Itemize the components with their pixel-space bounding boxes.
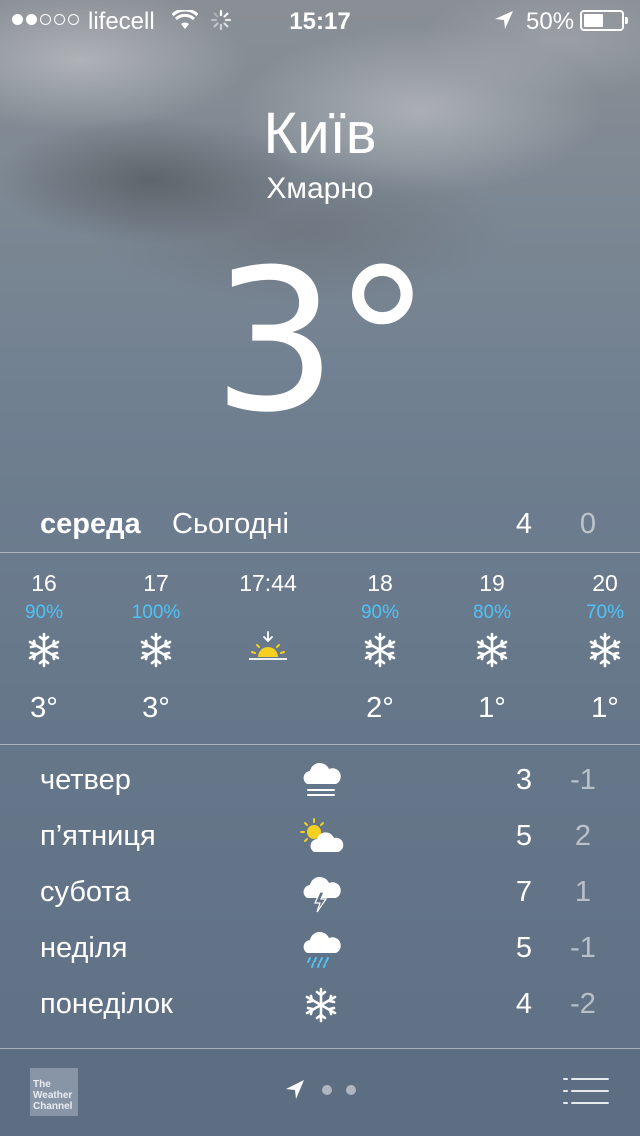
- hour-label: 19: [479, 570, 505, 596]
- precip-chance: 90%: [360, 602, 400, 623]
- day-low: -1: [570, 932, 596, 964]
- daily-row: четвер 3 -1: [0, 752, 640, 808]
- today-high: 4: [515, 508, 533, 540]
- hour-temperature: 1°: [591, 692, 619, 724]
- page-dot[interactable]: [346, 1085, 356, 1095]
- battery-icon: [580, 10, 628, 31]
- precip-chance: 80%: [472, 602, 512, 623]
- daily-row: неділя 5 -1: [0, 920, 640, 976]
- day-low: -1: [570, 764, 596, 796]
- hour-label: 20: [592, 570, 618, 596]
- thunderstorm-icon: [303, 876, 341, 913]
- partly-cloudy-icon: [300, 818, 344, 852]
- rain-icon: [303, 931, 341, 968]
- daily-row: субота 7 1: [0, 864, 640, 920]
- city-list-icon[interactable]: [562, 1073, 610, 1109]
- day-high: 5: [515, 932, 533, 964]
- day-high: 5: [515, 820, 533, 852]
- snow-icon: [589, 632, 621, 668]
- today-low: 0: [579, 508, 597, 540]
- logo-line: Channel: [33, 1101, 73, 1112]
- day-name: п’ятниця: [40, 820, 156, 852]
- logo-line: The: [33, 1079, 51, 1090]
- daily-row: понеділок 4 -2: [0, 976, 640, 1032]
- city-name: Київ: [263, 101, 377, 166]
- page-dot[interactable]: [322, 1085, 332, 1095]
- daily-row: п’ятниця 5 2: [0, 808, 640, 864]
- snow-icon: [305, 987, 337, 1023]
- snow-icon: [364, 632, 396, 668]
- status-bar: lifecell 15:17 50%: [0, 0, 640, 40]
- current-location-page-icon[interactable]: [284, 1079, 306, 1101]
- fog-icon: [303, 762, 341, 796]
- weather-condition: Хмарно: [266, 172, 374, 205]
- snow-icon: [476, 632, 508, 668]
- day-name: понеділок: [40, 988, 173, 1020]
- bottom-toolbar: The Weather Channel: [0, 1049, 640, 1136]
- hour-label: 18: [367, 570, 393, 596]
- page-indicator[interactable]: [322, 1085, 356, 1095]
- divider: [0, 744, 640, 745]
- day-high: 4: [515, 988, 533, 1020]
- battery-percentage: 50%: [526, 8, 575, 35]
- day-low: 1: [574, 876, 592, 908]
- day-name: неділя: [40, 932, 128, 964]
- hourly-forecast[interactable]: 16 90% 3° 17 100% 3° 17:44 18 90% 2° 19 …: [0, 556, 640, 742]
- hour-temperature: 3°: [30, 692, 58, 724]
- day-low: -2: [570, 988, 596, 1020]
- hour-temperature: 2°: [366, 692, 394, 724]
- weather-channel-logo[interactable]: The Weather Channel: [30, 1068, 78, 1116]
- precip-chance: 100%: [131, 602, 181, 623]
- precip-chance: 70%: [585, 602, 625, 623]
- divider: [0, 552, 640, 553]
- logo-line: Weather: [33, 1090, 73, 1101]
- day-low: 2: [574, 820, 592, 852]
- hour-label: 16: [31, 570, 57, 596]
- today-day-name: середа: [40, 508, 141, 540]
- hour-label: 17: [143, 570, 169, 596]
- location-arrow-icon: [495, 11, 513, 29]
- current-temperature: 3°: [0, 228, 640, 456]
- today-summary: середа Сьогодні 4 0: [0, 504, 640, 548]
- today-label: Сьогодні: [172, 508, 289, 540]
- snow-icon: [28, 632, 60, 668]
- sunset-time: 17:44: [239, 570, 297, 596]
- precip-chance: 90%: [24, 602, 64, 623]
- snow-icon: [140, 632, 172, 668]
- day-name: субота: [40, 876, 131, 908]
- hour-temperature: 1°: [478, 692, 506, 724]
- sunset-icon: [249, 631, 287, 660]
- current-temperature-value: 3: [212, 228, 338, 456]
- day-high: 3: [515, 764, 533, 796]
- day-high: 7: [515, 876, 533, 908]
- hour-temperature: 3°: [142, 692, 170, 724]
- degree-symbol: °: [333, 228, 431, 456]
- day-name: четвер: [40, 764, 131, 796]
